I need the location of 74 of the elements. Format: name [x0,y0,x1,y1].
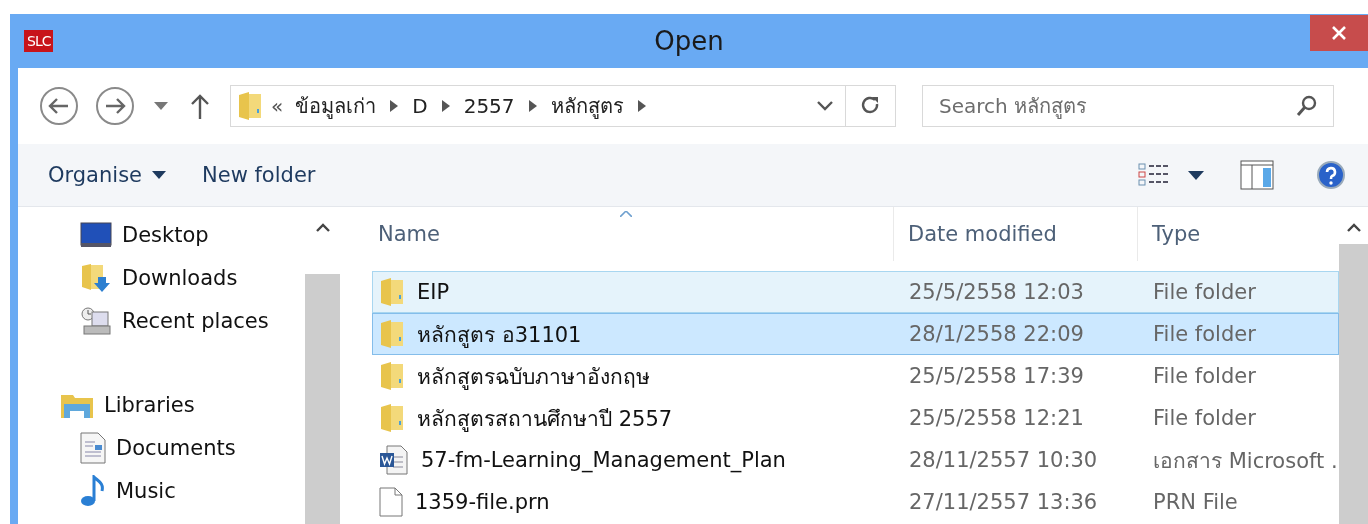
file-type: File folder [1152,406,1257,430]
help-icon[interactable] [1316,160,1346,190]
document-icon [80,431,106,464]
dropdown-chevron-icon[interactable] [817,101,833,111]
file-row[interactable]: หลักสูตรสถานศึกษาปี 2557 25/5/2558 12:21 File folder [372,397,1339,439]
file-name: 57-fm-Learning_Management_Plan [421,448,786,472]
file-row[interactable]: หลักสูตรฉบับภาษาอังกฤษ 25/5/2558 17:39 File folder [372,355,1339,397]
file-row[interactable]: EIP 25/5/2558 12:03 File folder [372,271,1339,313]
search-field[interactable]: Search หลักสูตร [922,85,1334,127]
caret-icon[interactable] [1188,170,1204,180]
forward-icon[interactable] [94,85,136,127]
sidebar-item[interactable]: Documents [18,426,305,469]
up-arrow-icon[interactable] [190,93,210,119]
date-modified: 25/5/2558 17:39 [908,364,1085,388]
organise-button[interactable]: Organise [48,159,166,191]
breadcrumb-item[interactable]: หลักสูตร [550,90,624,122]
breadcrumb-item[interactable]: ข้อมูลเก่า [295,90,377,122]
breadcrumb-item[interactable]: 2557 [463,94,515,118]
file-row[interactable]: 1359-file.prn 27/11/2557 13:36 PRN File [372,481,1339,523]
date-modified: 28/11/2557 10:30 [908,448,1099,472]
folder-icon [237,91,263,121]
sidebar-item[interactable]: Music [18,469,305,512]
monitor-icon [80,221,112,248]
scroll-up-icon[interactable] [315,223,330,232]
date-modified: 25/5/2558 12:21 [908,406,1085,430]
file-name: EIP [417,280,450,304]
file-type: PRN File [1152,490,1239,514]
window-title: Open [653,26,725,56]
folder-icon [379,403,405,433]
column-header[interactable]: Date modified [894,207,1138,261]
chevron-icon[interactable] [441,100,450,112]
file-name: หลักสูตร อ31101 [417,321,582,350]
back-icon[interactable] [38,85,80,127]
file-type: เอกสาร Microsoft . [1152,447,1338,475]
scroll-up-icon[interactable] [1346,223,1361,232]
folder-icon [379,277,405,307]
overflow-chevron[interactable]: « [271,94,284,118]
file-name: หลักสูตรฉบับภาษาอังกฤษ [417,363,650,392]
download-folder-icon [80,262,112,293]
breadcrumb-item[interactable]: D [412,94,428,118]
sidebar-item[interactable]: Libraries [18,383,305,426]
sidebar-item[interactable]: Desktop [18,213,305,256]
address-bar[interactable]: « ข้อมูลเก่า D 2557 หลักสูตร [230,85,896,127]
chevron-icon[interactable] [390,100,399,112]
folder-icon [379,361,405,391]
date-modified: 28/1/2558 22:09 [908,322,1085,346]
sidebar-item[interactable]: Downloads [18,256,305,299]
chevron-icon[interactable] [637,100,646,112]
column-header[interactable]: Type [1138,207,1339,261]
music-note-icon [80,474,106,507]
close-icon [1330,24,1348,42]
file-row[interactable]: 57-fm-Learning_Management_Plan 28/11/2557 10:30 เอกสาร Microsoft . [372,439,1339,481]
folder-icon [379,319,405,349]
word-document-icon [379,445,409,475]
sidebar-item[interactable]: Recent places [18,299,305,342]
view-list-icon[interactable] [1138,163,1170,187]
preview-pane-icon[interactable] [1240,160,1274,190]
caret-icon [152,171,166,179]
search-icon[interactable] [1296,95,1318,117]
new-folder-button[interactable]: New folder [202,159,316,191]
close-button[interactable] [1310,15,1368,51]
file-row[interactable]: หลักสูตร อ31101 28/1/2558 22:09 File folder [372,313,1339,355]
column-header[interactable]: Name [340,207,894,261]
file-name: หลักสูตรสถานศึกษาปี 2557 [417,405,673,434]
chevron-icon[interactable] [528,100,537,112]
date-modified: 25/5/2558 12:03 [908,280,1085,304]
file-type: File folder [1152,280,1257,304]
file-type: File folder [1152,364,1257,388]
file-name: 1359-file.prn [415,490,550,514]
recent-places-icon [80,305,112,336]
blank-file-icon [379,487,403,517]
file-type: File folder [1152,322,1257,346]
app-logo: SLC [24,30,54,52]
date-modified: 27/11/2557 13:36 [908,490,1099,514]
